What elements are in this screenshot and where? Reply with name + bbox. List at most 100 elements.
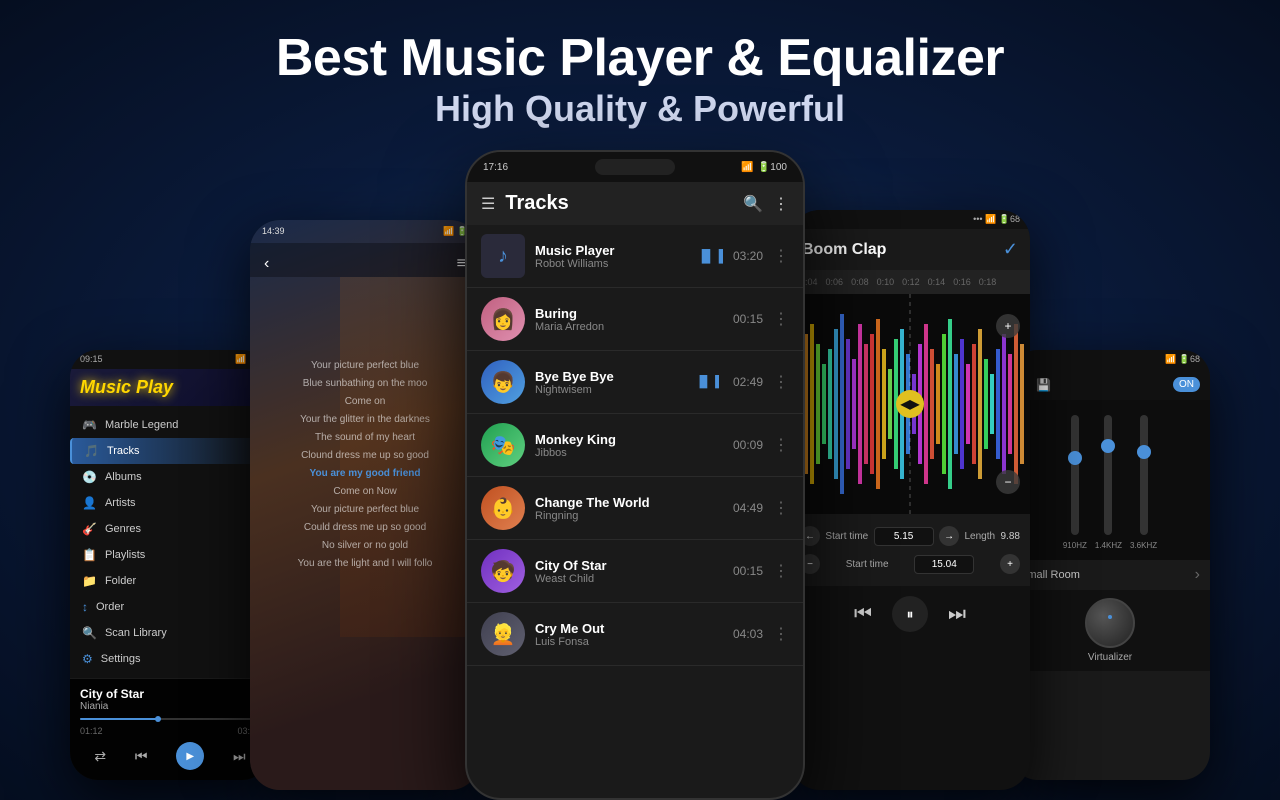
sidebar-item-folder[interactable]: 📁 Folder — [70, 568, 270, 594]
sidebar-item-playlists[interactable]: 📋 Playlists — [70, 542, 270, 568]
track-duration: 04:49 — [733, 501, 763, 515]
track-name: City Of Star — [535, 558, 723, 573]
eq-handle-1[interactable] — [1068, 451, 1082, 465]
track-more-button[interactable]: ⋮ — [773, 624, 789, 644]
chevron-right-icon: › — [1195, 566, 1200, 584]
track-info: Change The World Ringning — [535, 495, 723, 522]
more-icon[interactable]: ⋮ — [773, 194, 789, 214]
sidebar-item-order[interactable]: ↕ Order — [70, 594, 270, 620]
track-more-button[interactable]: ⋮ — [773, 561, 789, 581]
shuffle-button[interactable]: ⇄ — [94, 748, 106, 765]
zoom-out-button[interactable]: − — [996, 470, 1020, 494]
track-more-button[interactable]: ⋮ — [773, 309, 789, 329]
start-time-label: Start time — [825, 531, 868, 542]
eq-band-3: 3.6KHZ — [1130, 415, 1157, 550]
eq-slider-1[interactable] — [1071, 415, 1079, 535]
track-item[interactable]: 👦 Bye Bye Bye Nightwisem ▐▌▐ 02:49 ⋮ — [467, 351, 803, 414]
hero-subtitle: High Quality & Powerful — [0, 88, 1280, 130]
next-button[interactable]: ⏭ — [233, 748, 246, 765]
prev-button[interactable]: ⏮ — [135, 748, 148, 765]
playlists-icon: 📋 — [82, 548, 97, 562]
sidebar-item-artists[interactable]: 👤 Artists — [70, 490, 270, 516]
track-item[interactable]: 🎭 Monkey King Jibbos 00:09 ⋮ — [467, 414, 803, 477]
pause-button[interactable]: ⏸ — [892, 596, 928, 632]
settings-icon: ⚙ — [82, 652, 93, 666]
sidebar-item-genres[interactable]: 🎸 Genres — [70, 516, 270, 542]
sidebar-item-settings[interactable]: ⚙ Settings — [70, 646, 270, 672]
end-plus-button[interactable]: + — [1000, 554, 1020, 574]
eq-label-2: 1.4KHZ — [1095, 541, 1122, 550]
phone-tracks: 17:16 📶 🔋100 ☰ Tracks 🔍 ⋮ ♪ Music Player… — [465, 150, 805, 800]
lyric-6: Clound dress me up so good — [260, 447, 470, 465]
end-time-label: Start time — [846, 559, 889, 570]
phone-equalizer: ••• 📶 🔋68 ✏ 💾 ON 910HZ 1.4 — [1010, 350, 1210, 780]
confirm-button[interactable]: ✓ — [1003, 239, 1018, 260]
eq-slider-3[interactable] — [1140, 415, 1148, 535]
hero-section: Best Music Player & Equalizer High Quali… — [0, 0, 1280, 130]
track-more-button[interactable]: ⋮ — [773, 372, 789, 392]
track-item[interactable]: 👶 Change The World Ringning 04:49 ⋮ — [467, 477, 803, 540]
track-item[interactable]: 👱 Cry Me Out Luis Fonsa 04:03 ⋮ — [467, 603, 803, 666]
eq-handle-3[interactable] — [1137, 445, 1151, 459]
track-info: City Of Star Weast Child — [535, 558, 723, 585]
knob-dot — [1108, 615, 1112, 619]
eq-handle-2[interactable] — [1101, 439, 1115, 453]
track-duration: 02:49 — [733, 375, 763, 389]
search-icon[interactable]: 🔍 — [743, 194, 763, 214]
phones-container: 09:15 📶 🔋 Music Play 🎮 Marble Legend 🎵 T… — [0, 150, 1280, 800]
bars-icon: ▐▌▐ — [696, 376, 719, 388]
menu-icon[interactable]: ☰ — [481, 194, 495, 214]
track-thumbnail: 👦 — [481, 360, 525, 404]
playhead-handle[interactable]: ◀▶ — [896, 390, 924, 418]
lyric-1: Your picture perfect blue — [260, 357, 470, 375]
track-thumbnail: 👶 — [481, 486, 525, 530]
progress-bar[interactable] — [80, 718, 260, 720]
eq-slider-2[interactable] — [1104, 415, 1112, 535]
play-button[interactable]: ▶ — [176, 742, 204, 770]
track-item[interactable]: 👩 Buring Maria Arredon 00:15 ⋮ — [467, 288, 803, 351]
save-icon[interactable]: 💾 — [1036, 378, 1051, 392]
track-item[interactable]: ♪ Music Player Robot Williams ▐▌▐ 03:20 … — [467, 225, 803, 288]
eq-bars-area: 910HZ 1.4KHZ 3.6KHZ — [1010, 400, 1210, 560]
track-duration: 00:09 — [733, 438, 763, 452]
phone-waveform: 7 ••• 📶 🔋68 Boom Clap ✓ 0:04 0:06 0:08 0… — [790, 210, 1030, 790]
lyric-10: Could dress me up so good — [260, 519, 470, 537]
eq-label-1: 910HZ — [1063, 541, 1087, 550]
end-time-input[interactable] — [914, 555, 974, 574]
track-info: Bye Bye Bye Nightwisem — [535, 369, 686, 396]
track-more-button[interactable]: ⋮ — [773, 246, 789, 266]
playing-indicator: ▐▌▐ — [697, 249, 723, 263]
lyric-5: The sound of my heart — [260, 429, 470, 447]
track-thumbnail: 🎭 — [481, 423, 525, 467]
track-name: Monkey King — [535, 432, 723, 447]
app-logo: Music Play — [70, 369, 270, 406]
prev-button[interactable]: ⏮ — [854, 603, 872, 626]
next-button[interactable]: ⏭ — [948, 603, 966, 626]
hero-title: Best Music Player & Equalizer — [0, 28, 1280, 88]
artists-icon: 👤 — [82, 496, 97, 510]
tracks-header: ☰ Tracks 🔍 ⋮ — [467, 182, 803, 225]
virtualizer-label: Virtualizer — [1088, 652, 1132, 663]
zoom-in-button[interactable]: + — [996, 314, 1020, 338]
sidebar-item-marble[interactable]: 🎮 Marble Legend — [70, 412, 270, 438]
sidebar-item-tracks[interactable]: 🎵 Tracks — [70, 438, 270, 464]
track-duration: 03:20 — [733, 249, 763, 263]
eq-preset-row[interactable]: Small Room › — [1010, 560, 1210, 590]
track-more-button[interactable]: ⋮ — [773, 498, 789, 518]
lyric-2: Blue sunbathing on the moo — [260, 375, 470, 393]
length-value: 9.88 — [1001, 531, 1020, 542]
sidebar-item-albums[interactable]: 💿 Albums — [70, 464, 270, 490]
track-item[interactable]: 🧒 City Of Star Weast Child 00:15 ⋮ — [467, 540, 803, 603]
folder-icon: 📁 — [82, 574, 97, 588]
track-more-button[interactable]: ⋮ — [773, 435, 789, 455]
eq-toggle-button[interactable]: ON — [1173, 377, 1200, 392]
virtualizer-knob[interactable] — [1085, 598, 1135, 648]
start-plus-button[interactable]: → — [939, 526, 959, 546]
start-time-input[interactable] — [874, 527, 934, 546]
back-button[interactable]: ‹ — [264, 255, 269, 273]
order-icon: ↕ — [82, 600, 88, 614]
sidebar-item-scan[interactable]: 🔍 Scan Library — [70, 620, 270, 646]
lyrics-display: Your picture perfect blue Blue sunbathin… — [250, 357, 480, 573]
track-artist: Luis Fonsa — [535, 636, 723, 648]
track-name: Music Player — [535, 243, 687, 258]
